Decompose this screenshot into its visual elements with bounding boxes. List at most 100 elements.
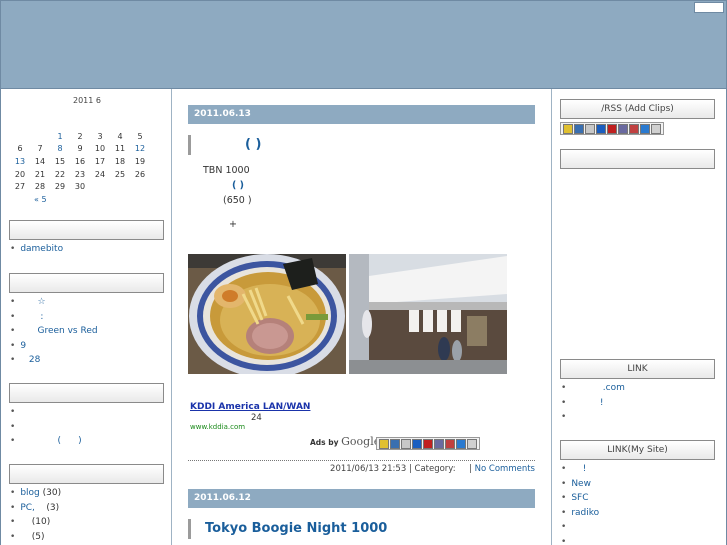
calendar-day: 24 — [94, 169, 106, 179]
mysite-item[interactable]: ! — [561, 464, 599, 479]
post-body-line-4: + — [229, 219, 237, 230]
sidebar-item[interactable]: : — [10, 312, 98, 327]
ads-by-google[interactable]: Ads by Google — [310, 435, 380, 448]
post-title[interactable]: ( ) — [188, 135, 528, 155]
link-item-label[interactable]: ! — [571, 398, 604, 408]
sidebar-item[interactable] — [10, 407, 82, 422]
calendar-day: 4 — [117, 131, 123, 141]
sidebar-item-label[interactable]: : — [20, 312, 43, 322]
link-item[interactable]: ! — [561, 398, 625, 413]
calendar-day: 2 — [77, 131, 83, 141]
bookmark-icon-1[interactable] — [379, 439, 389, 449]
post-title-text[interactable]: ( ) — [245, 137, 261, 152]
ad-title-link[interactable]: KDDI America LAN/WAN — [190, 402, 310, 412]
category-item[interactable]: (10) — [10, 517, 61, 532]
post-date-bar-2: 2011.06.12 — [188, 489, 535, 508]
sidebar-item[interactable] — [10, 422, 82, 437]
calendar-day[interactable]: 12 — [130, 143, 150, 156]
rss-icon-3[interactable] — [585, 124, 595, 134]
rss-icon-6[interactable] — [618, 124, 628, 134]
comments-link[interactable]: No Comments — [475, 464, 535, 474]
rss-icon-2[interactable] — [574, 124, 584, 134]
sidebar-heading-categories — [9, 464, 164, 484]
sidebar-heading-1 — [9, 220, 164, 240]
sidebar-item-label[interactable]: 28 — [20, 355, 40, 365]
sidebar-item-label[interactable]: ( ) — [20, 436, 82, 446]
calendar-day: 22 — [54, 169, 66, 179]
calendar-day: 9 — [77, 144, 83, 154]
post-title-2[interactable]: Tokyo Boogie Night 1000 — [188, 519, 528, 539]
category-item[interactable]: PC, (3) — [10, 503, 61, 518]
bookmark-icon-8[interactable] — [456, 439, 466, 449]
calendar-week: 6 7 8 9 10 11 12 — [10, 143, 150, 156]
calendar-day[interactable]: 13 — [10, 155, 30, 168]
category-item-label[interactable]: PC, — [20, 503, 35, 513]
ad-text: 24 — [251, 413, 262, 423]
sidebar-item-label[interactable]: damebito — [20, 244, 63, 254]
ads-by-label: Ads by — [310, 438, 339, 447]
sidebar-item-label[interactable]: ☆ — [20, 297, 45, 307]
mysite-item[interactable] — [561, 537, 599, 545]
calendar-day: 30 — [74, 182, 86, 192]
rss-icon-5[interactable] — [607, 124, 617, 134]
rss-icon-4[interactable] — [596, 124, 606, 134]
mysite-item[interactable]: SFC — [561, 493, 599, 508]
sidebar-list-2: ☆ : Green vs Red 9 28 — [10, 297, 98, 370]
rss-icon-9[interactable] — [651, 124, 661, 134]
bookmark-icon-9[interactable] — [467, 439, 477, 449]
sidebar-item[interactable]: ☆ — [10, 297, 98, 312]
calendar-day[interactable]: 1 — [50, 130, 70, 143]
sidebar-list-categories: blog (30)PC, (3) (10) (5) — [10, 488, 61, 545]
shop-photo[interactable] — [349, 254, 507, 374]
sidebar-item[interactable]: Green vs Red — [10, 326, 97, 341]
calendar-week: 13 14 15 16 17 18 19 — [10, 155, 150, 168]
calendar-day: 17 — [94, 156, 106, 166]
link-item[interactable]: .com — [561, 383, 625, 398]
category-item[interactable]: blog (30) — [10, 488, 61, 503]
mysite-item-label[interactable]: SFC — [571, 493, 588, 503]
sidebar-item[interactable]: damebito — [10, 244, 63, 259]
calendar-week: 27 28 29 30 — [10, 180, 150, 193]
ad-url[interactable]: www.kddia.com — [190, 423, 245, 431]
rss-bookmark-icons[interactable] — [560, 122, 664, 135]
calendar-day[interactable]: 8 — [50, 143, 70, 156]
bookmark-icon-6[interactable] — [434, 439, 444, 449]
post-body-line-2[interactable]: ( ) — [232, 180, 244, 191]
post-body-line-1: TBN 1000 — [203, 165, 250, 176]
ramen-photo[interactable] — [188, 254, 346, 374]
link-item-label[interactable]: .com — [571, 383, 625, 393]
sidebar-item[interactable]: 9 — [10, 341, 98, 356]
bookmark-icons[interactable] — [376, 437, 480, 450]
calendar-prev-link[interactable]: « 5 — [34, 195, 47, 204]
calendar-day: 18 — [114, 156, 126, 166]
bookmark-icon-5[interactable] — [423, 439, 433, 449]
mysite-item-label[interactable]: ! — [571, 464, 587, 474]
mysite-item[interactable]: radiko — [561, 508, 599, 523]
category-item-label[interactable]: blog — [20, 488, 39, 498]
category-item[interactable]: (5) — [10, 532, 61, 545]
bookmark-icon-7[interactable] — [445, 439, 455, 449]
rss-icon-1[interactable] — [563, 124, 573, 134]
calendar-day: 21 — [34, 169, 46, 179]
mysite-item-label[interactable]: radiko — [571, 508, 599, 518]
calendar-day: 19 — [134, 156, 146, 166]
sidebar-item[interactable]: ( ) — [10, 436, 82, 451]
rss-icon-8[interactable] — [640, 124, 650, 134]
calendar-day: 10 — [94, 144, 106, 154]
post-date-bar: 2011.06.13 — [188, 105, 535, 124]
calendar: 1 2 3 4 5 6 7 8 9 10 11 12 13 14 15 16 17 18 19 20 21 22 23 24 2… — [10, 130, 150, 193]
rss-icon-7[interactable] — [629, 124, 639, 134]
header-search-box[interactable] — [694, 2, 724, 13]
sidebar-item-label[interactable]: Green vs Red — [20, 326, 97, 336]
mysite-item-label[interactable]: New — [571, 479, 591, 489]
bookmark-icon-3[interactable] — [401, 439, 411, 449]
bookmark-icon-2[interactable] — [390, 439, 400, 449]
sidebar-item-label[interactable]: 9 — [20, 341, 26, 351]
sidebar-item[interactable]: 28 — [10, 355, 98, 370]
calendar-day: 25 — [114, 169, 126, 179]
calendar-title: 2011 6 — [73, 96, 101, 105]
link-item[interactable] — [561, 412, 625, 427]
hatena-icon[interactable] — [412, 439, 422, 449]
mysite-item[interactable]: New — [561, 479, 599, 494]
mysite-item[interactable] — [561, 522, 599, 537]
